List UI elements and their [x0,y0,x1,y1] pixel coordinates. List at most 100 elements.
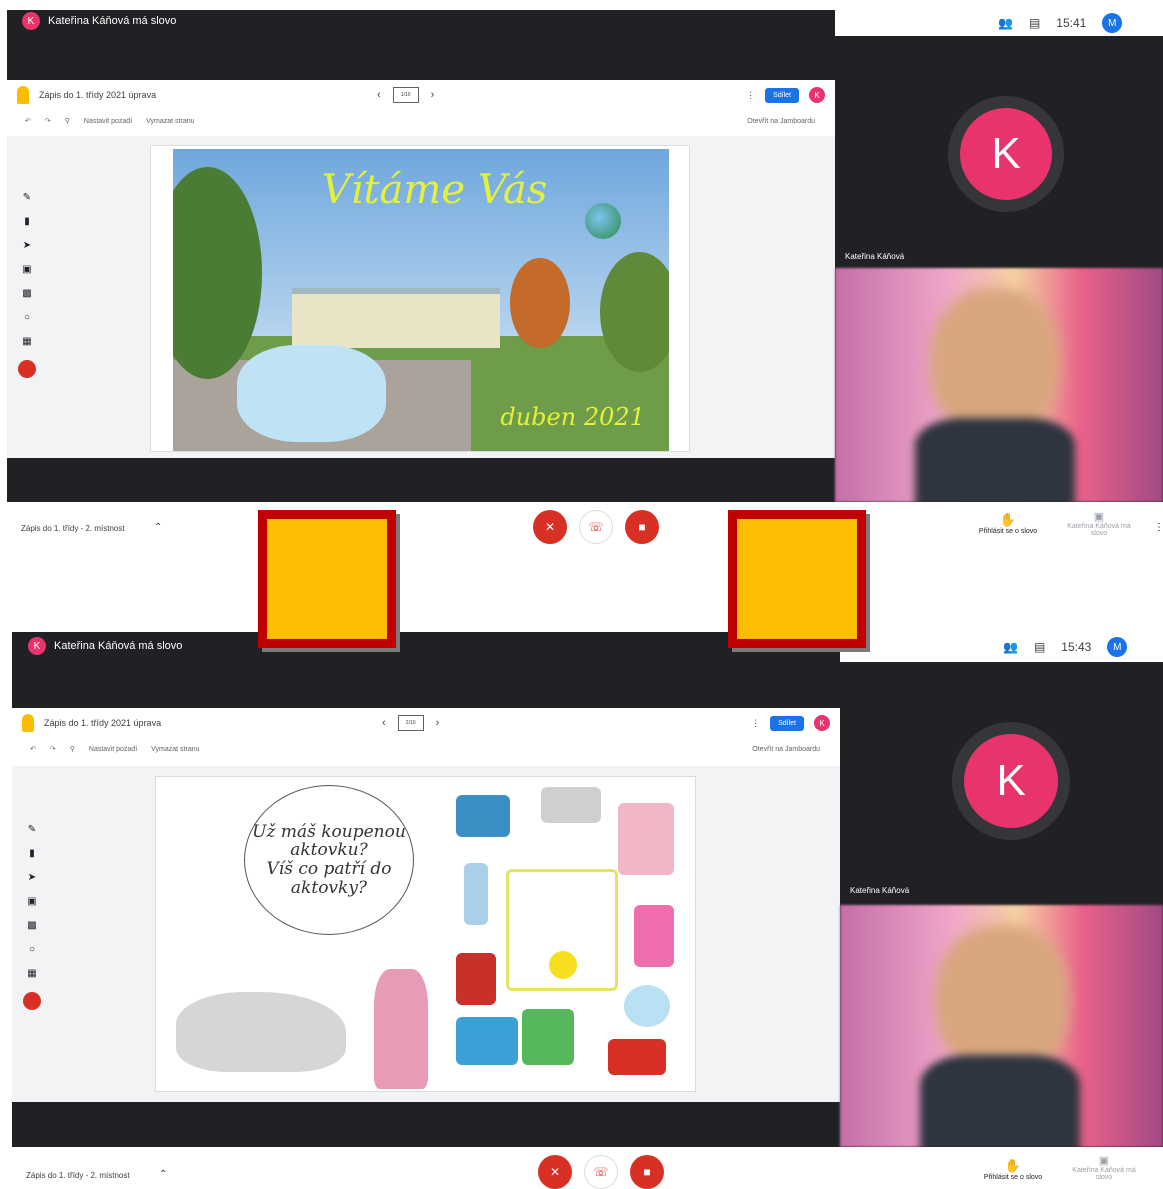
hand-icon: ✋ [999,512,1017,527]
hang-up-icon[interactable]: ☏ [579,510,613,544]
top-bar-right: 👥 ▤ 15:41 M [988,10,1163,36]
dog-toy-clipart [541,787,601,823]
camera-off-icon[interactable]: ■ [630,1155,664,1189]
set-background-button[interactable]: Nastavit pozadí [84,118,132,125]
zoom-icon[interactable]: ⚲ [65,117,70,125]
circle-icon[interactable]: ○ [24,312,30,323]
meet-screenshot-2: K Kateřina Káňová má slovo 👥 ▤ 15:43 M Z… [0,630,1163,1189]
present-icon: ▣ [1093,511,1105,523]
eraser-icon[interactable]: ▮ [29,848,35,859]
redo-icon[interactable]: ↷ [50,745,56,753]
jamboard-logo-icon [22,714,34,732]
hand-icon: ✋ [1004,1158,1022,1173]
fishbowl-clipart [624,985,670,1027]
slide-date: duben 2021 [500,402,645,431]
more-icon[interactable]: ⋮ [751,718,760,729]
undo-icon[interactable]: ↶ [25,117,31,125]
lunchbox-clipart [522,1009,574,1065]
call-controls: ✕ ☏ ■ [533,510,659,544]
cap-clipart [456,1017,518,1065]
user-avatar[interactable]: M [1107,637,1128,657]
frame-navigation: ‹ 1/10 › [377,87,434,103]
participant-name: Kateřina Káňová [850,886,910,895]
doc-title[interactable]: Zápis do 1. třídy 2021 úprava [39,90,156,100]
select-icon[interactable]: ➤ [28,872,36,883]
text-box-icon[interactable]: ▦ [22,336,31,347]
chat-icon[interactable]: ▤ [1029,16,1040,30]
doc-title[interactable]: Zápis do 1. třídy 2021 úprava [44,718,161,728]
school-building [292,287,501,349]
speaker-text: Kateřina Káňová má slovo [48,15,177,27]
eraser-icon[interactable]: ▮ [24,216,30,227]
tool-rail: ✎ ▮ ➤ ▣ ▩ ○ ▦ [18,192,36,378]
clear-frame-button[interactable]: Vymazat stranu [146,118,194,125]
participant-avatar: K [964,734,1058,828]
laser-icon[interactable] [23,992,41,1010]
tree-globe-clipart [584,203,621,240]
present-button[interactable]: ▣ Kateřina Káňová má slovo [1063,510,1135,537]
toy-car-clipart [608,1039,666,1075]
clock: 15:43 [1061,640,1092,654]
redo-icon[interactable]: ↷ [45,117,51,125]
mic-off-icon[interactable]: ✕ [538,1155,572,1189]
girl-clipart [374,969,428,1089]
pencil-case-clipart [456,795,510,837]
set-background-button[interactable]: Nastavit pozadí [89,746,137,753]
text-box-icon[interactable]: ▦ [27,968,36,979]
marker-square-right [728,510,866,648]
open-in-jamboard-link[interactable]: Otevřít na Jamboardu [747,118,815,125]
laser-icon[interactable] [18,360,36,378]
speaker-avatar: K [28,637,46,655]
frame-thumbnail[interactable]: 1/10 [392,87,419,103]
sticky-note-icon[interactable]: ▣ [22,264,31,275]
meeting-name[interactable]: Zápis do 1. třídy - 2. místnost [26,1171,130,1180]
more-options-icon[interactable]: ⋮ [1154,522,1163,533]
slide-title: Vítáme Vás [321,167,548,214]
mic-off-icon[interactable]: ✕ [533,510,567,544]
prev-frame-icon[interactable]: ‹ [377,89,381,101]
dog-clipart [176,992,346,1072]
zoom-icon[interactable]: ⚲ [70,745,75,753]
participant-name: Kateřina Káňová [845,252,905,261]
people-icon[interactable]: 👥 [998,16,1013,30]
meeting-name[interactable]: Zápis do 1. třídy - 2. místnost [21,524,125,533]
raise-hand-button[interactable]: ✋ Přihlásit se o slovo [968,512,1048,535]
speaker-avatar: K [22,12,40,30]
school-photo: Vítáme Vás duben 2021 [173,149,669,451]
pen-icon[interactable]: ✎ [28,824,36,835]
jamboard-header: Zápis do 1. třídy 2021 úprava ‹ 2/10 › ⋮… [12,708,840,766]
next-frame-icon[interactable]: › [431,89,435,101]
chevron-up-icon[interactable]: ⌃ [159,1169,167,1180]
share-button[interactable]: Sdílet [770,715,804,731]
image-icon[interactable]: ▩ [22,288,31,299]
stroller-toy-clipart [618,803,674,875]
user-avatar[interactable]: M [1102,13,1123,33]
chat-icon[interactable]: ▤ [1034,640,1045,654]
next-frame-icon[interactable]: › [436,717,440,729]
hang-up-icon[interactable]: ☏ [584,1155,618,1189]
tool-rail: ✎ ▮ ➤ ▣ ▩ ○ ▦ [23,824,41,1010]
chevron-up-icon[interactable]: ⌃ [154,522,162,533]
select-icon[interactable]: ➤ [23,240,31,251]
camera-off-icon[interactable]: ■ [625,510,659,544]
jam-avatar[interactable]: K [814,715,830,731]
image-icon[interactable]: ▩ [27,920,36,931]
circle-icon[interactable]: ○ [29,944,35,955]
clear-frame-button[interactable]: Vymazat stranu [151,746,199,753]
jam-avatar[interactable]: K [809,87,825,103]
more-icon[interactable]: ⋮ [746,90,755,101]
open-in-jamboard-link[interactable]: Otevřít na Jamboardu [752,746,820,753]
frame-thumbnail[interactable]: 2/10 [397,715,424,731]
people-icon[interactable]: 👥 [1003,640,1018,654]
speaker-text: Kateřina Káňová má slovo [54,640,183,652]
present-button[interactable]: ▣ Kateřina Káňová má slovo [1068,1154,1140,1181]
sticky-note-icon[interactable]: ▣ [27,896,36,907]
undo-icon[interactable]: ↶ [30,745,36,753]
running-kids-clipart [237,345,387,442]
pen-icon[interactable]: ✎ [23,192,31,203]
marker-square-left [258,510,396,648]
crayons-clipart [634,905,674,967]
share-button[interactable]: Sdílet [765,87,799,103]
raise-hand-button[interactable]: ✋ Přihlásit se o slovo [973,1158,1053,1181]
prev-frame-icon[interactable]: ‹ [382,717,386,729]
